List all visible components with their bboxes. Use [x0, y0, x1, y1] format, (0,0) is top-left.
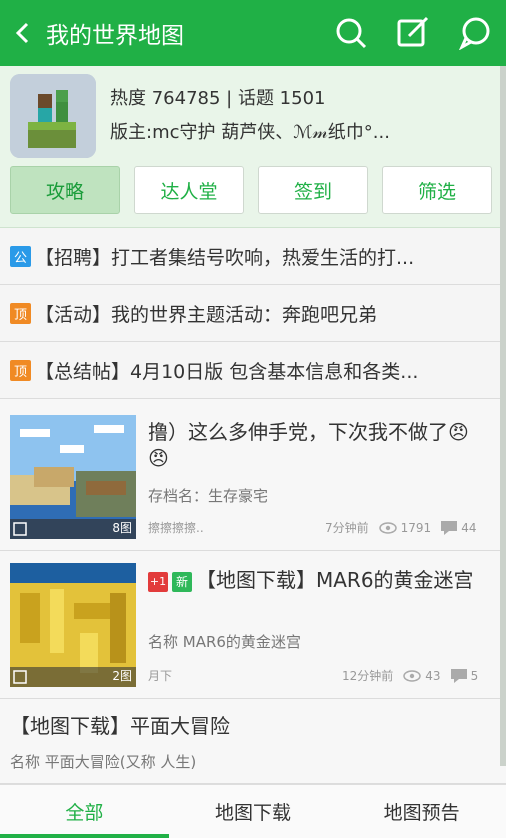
post-time: 12分钟前	[342, 669, 394, 683]
post-author: 擦擦擦擦..	[148, 519, 204, 536]
tab-filter[interactable]: 筛选	[382, 166, 492, 214]
eye-icon	[378, 521, 397, 534]
eye-icon	[403, 669, 422, 682]
post-title: 【地图下载】平面大冒险	[10, 714, 230, 738]
comment-count: 44	[461, 520, 477, 535]
comment-count: 5	[470, 668, 479, 683]
pinned-badge: 顶	[10, 359, 31, 381]
post-thumbnail: 2图	[10, 563, 136, 687]
tab-map-download[interactable]: 地图下载	[169, 785, 338, 838]
tab-guide[interactable]: 攻略	[10, 166, 120, 214]
post-author: 月下	[148, 667, 172, 684]
post-title-row: +1 新【地图下载】MAR6的黄金迷宫	[148, 567, 488, 593]
post-subtitle: 名称 MAR6的黄金迷宫	[148, 633, 301, 651]
notice-item[interactable]: 顶 【总结帖】4月10日版 包含基本信息和各类...	[0, 342, 506, 399]
edit-icon	[397, 16, 429, 47]
notice-title: 【活动】我的世界主题活动：奔跑吧兄弟	[35, 303, 378, 326]
image-count: 2图	[112, 669, 132, 683]
back-button[interactable]	[0, 0, 46, 66]
tab-all[interactable]: 全部	[0, 785, 169, 838]
tab-map-preview[interactable]: 地图预告	[337, 785, 506, 838]
post-thumbnail: 8图	[10, 415, 136, 539]
top-bar: 我的世界地图	[0, 0, 506, 66]
announcement-badge: 公	[10, 245, 31, 267]
chevron-left-icon	[15, 22, 29, 44]
image-count: 8图	[112, 521, 132, 535]
search-icon	[336, 18, 367, 49]
pinned-badge: 顶	[10, 302, 31, 324]
edit-button[interactable]	[382, 0, 444, 66]
notice-title: 【总结帖】4月10日版 包含基本信息和各类...	[35, 360, 419, 383]
forum-avatar	[10, 74, 96, 158]
search-button[interactable]	[320, 0, 382, 66]
comment-icon	[441, 520, 458, 535]
notice-title: 【招聘】打工者集结号吹响，热爱生活的打...	[35, 246, 415, 269]
bottom-tabs: 全部 地图下载 地图预告	[0, 784, 506, 838]
view-count: 1791	[400, 520, 432, 535]
new-badge: 新	[172, 571, 192, 592]
author-name: 擦擦擦擦..	[148, 521, 204, 535]
tab-checkin[interactable]: 签到	[258, 166, 368, 214]
comment-icon	[450, 668, 467, 683]
post-item[interactable]: 2图 +1 新【地图下载】MAR6的黄金迷宫 名称 MAR6的黄金迷宫 月下 12…	[0, 551, 506, 699]
post-subtitle: 存档名：生存豪宅	[148, 487, 269, 505]
post-item[interactable]: 8图 撸）这么多伸手党，下次我不做了😠😠 存档名：生存豪宅 擦擦擦擦.. 7分钟…	[0, 399, 506, 551]
post-time: 7分钟前	[325, 521, 369, 535]
post-meta: 12分钟前 43 5	[342, 667, 478, 684]
post-title: 撸）这么多伸手党，下次我不做了😠😠	[148, 420, 469, 470]
forum-info: 热度 764785 | 话题 1501 版主:mc守护 葫芦侠、ℳ𝓂纸巾°...…	[0, 66, 506, 228]
post-meta: 7分钟前 1791 44	[325, 519, 476, 536]
forum-moderators: 版主:mc守护 葫芦侠、ℳ𝓂纸巾°...	[110, 122, 390, 143]
notice-item[interactable]: 公 【招聘】打工者集结号吹响，热爱生活的打...	[0, 228, 506, 285]
plus-one-badge: +1	[148, 571, 168, 592]
chat-button[interactable]	[444, 0, 506, 66]
chat-icon	[459, 17, 490, 50]
tab-experts[interactable]: 达人堂	[134, 166, 244, 214]
forum-stats: 热度 764785 | 话题 1501	[110, 88, 326, 109]
author-name: 月下	[148, 669, 173, 683]
page-title: 我的世界地图	[46, 23, 184, 49]
post-item[interactable]: 【地图下载】平面大冒险 名称 平面大冒险(又称 人生)	[0, 699, 506, 784]
forum-tabs: 攻略 达人堂 签到 筛选	[10, 166, 492, 214]
post-title: 【地图下载】MAR6的黄金迷宫	[196, 568, 474, 592]
side-edge	[500, 66, 506, 766]
post-subtitle: 名称 平面大冒险(又称 人生)	[10, 753, 197, 771]
notice-item[interactable]: 顶 【活动】我的世界主题活动：奔跑吧兄弟	[0, 285, 506, 342]
view-count: 43	[425, 668, 441, 683]
